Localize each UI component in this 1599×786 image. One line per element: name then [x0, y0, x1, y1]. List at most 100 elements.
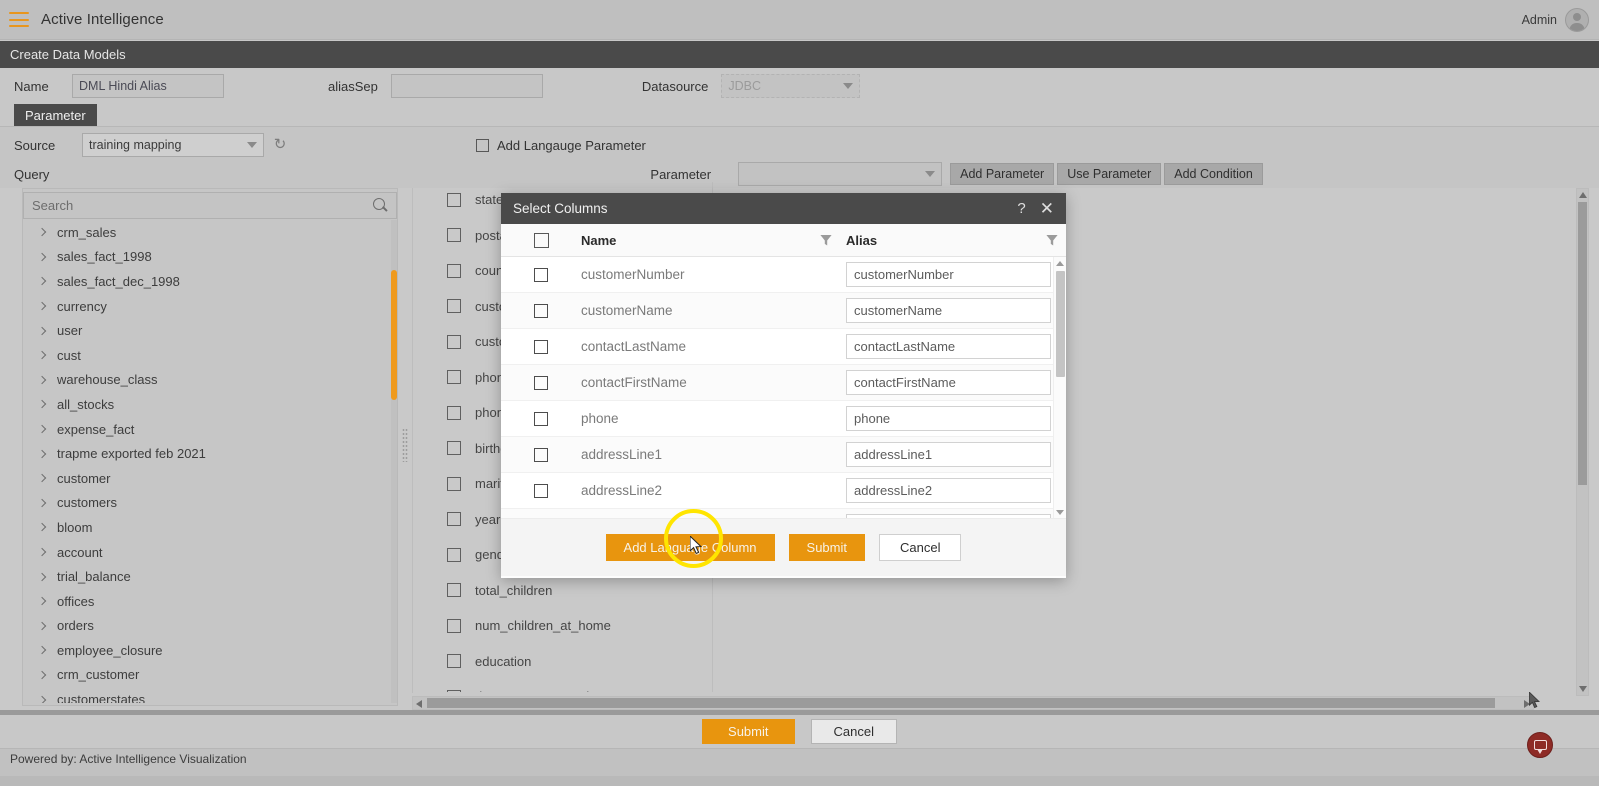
chevron-right-icon[interactable]: [37, 351, 47, 360]
aliassep-field[interactable]: [390, 74, 543, 98]
chat-bubble-icon[interactable]: [1527, 732, 1553, 758]
chevron-right-icon[interactable]: [37, 621, 47, 631]
chevron-right-icon[interactable]: [37, 277, 47, 286]
chevron-right-icon[interactable]: [37, 228, 47, 237]
parameter-select[interactable]: [738, 162, 943, 186]
checkbox-box[interactable]: [534, 303, 548, 318]
tree-item[interactable]: orders: [23, 614, 397, 639]
scroll-right-arrow-icon[interactable]: [1524, 700, 1530, 708]
main-vertical-scrollbar-thumb[interactable]: [1578, 202, 1587, 485]
splitter-grip[interactable]: [402, 428, 408, 462]
checkbox-box[interactable]: [534, 375, 548, 390]
column-list-item[interactable]: date_accnt_opened: [435, 679, 712, 692]
alias-input[interactable]: [846, 514, 1051, 518]
tree-item[interactable]: warehouse_class: [23, 368, 397, 393]
chevron-right-icon[interactable]: [37, 326, 47, 335]
row-checkbox[interactable]: [501, 483, 581, 498]
chevron-right-icon[interactable]: [37, 498, 47, 508]
checkbox-box[interactable]: [533, 232, 549, 248]
tree-item[interactable]: customer: [23, 466, 397, 491]
tree-item[interactable]: currency: [23, 294, 397, 319]
dialog-scrollbar[interactable]: [1053, 257, 1066, 518]
checkbox-box[interactable]: [447, 618, 461, 633]
chevron-right-icon[interactable]: [37, 670, 47, 680]
table-row[interactable]: contactLastName: [501, 329, 1066, 365]
tree-item[interactable]: user: [23, 318, 397, 343]
search-icon[interactable]: [373, 198, 388, 213]
table-row[interactable]: contactFirstName: [501, 365, 1066, 401]
checkbox-box[interactable]: [534, 339, 548, 354]
tree-item[interactable]: customers: [23, 491, 397, 516]
name-field[interactable]: DML Hindi Alias: [72, 74, 224, 98]
checkbox-box[interactable]: [447, 654, 461, 669]
add-parameter-button[interactable]: Add Parameter: [950, 163, 1055, 185]
tree-item[interactable]: bloom: [23, 515, 397, 540]
row-checkbox[interactable]: [501, 267, 581, 282]
checkbox-box[interactable]: [447, 299, 461, 314]
chevron-right-icon[interactable]: [37, 301, 47, 311]
chevron-right-icon[interactable]: [37, 523, 47, 532]
cancel-button[interactable]: Cancel: [810, 719, 897, 744]
checkbox-box[interactable]: [534, 447, 548, 462]
tree-item[interactable]: account: [23, 540, 397, 565]
tree-item[interactable]: offices: [23, 589, 397, 614]
scroll-up-arrow-icon[interactable]: [1056, 261, 1064, 266]
chevron-right-icon[interactable]: [37, 646, 47, 655]
panel-splitter[interactable]: [400, 188, 410, 706]
use-parameter-button[interactable]: Use Parameter: [1057, 163, 1162, 185]
main-horizontal-scrollbar[interactable]: [412, 696, 1534, 710]
checkbox-box[interactable]: [447, 476, 461, 491]
checkbox-box[interactable]: [534, 483, 548, 498]
alias-input[interactable]: [846, 370, 1051, 395]
add-language-parameter-checkbox[interactable]: Add Langauge Parameter: [476, 138, 646, 153]
tree-item[interactable]: sales_fact_1998: [23, 245, 397, 270]
chevron-right-icon[interactable]: [37, 572, 47, 581]
checkbox-box[interactable]: [476, 138, 489, 152]
tab-parameter[interactable]: Parameter: [14, 104, 97, 126]
tree-item[interactable]: trapme exported feb 2021: [23, 441, 397, 466]
source-select[interactable]: training mapping: [82, 133, 264, 157]
tree-item[interactable]: employee_closure: [23, 638, 397, 663]
refresh-icon[interactable]: ↻: [272, 137, 288, 153]
table-row[interactable]: customerNumber: [501, 257, 1066, 293]
user-avatar-icon[interactable]: [1565, 7, 1589, 32]
checkbox-box[interactable]: [447, 689, 461, 692]
checkbox-box[interactable]: [447, 512, 461, 527]
row-checkbox[interactable]: [501, 447, 581, 462]
tree-item[interactable]: all_stocks: [23, 392, 397, 417]
source-tree-list[interactable]: crm_sales sales_fact_1998 sales_fact_dec_1…: [23, 220, 397, 703]
table-row[interactable]: city: [501, 509, 1066, 518]
column-list-item[interactable]: education: [435, 644, 712, 680]
row-checkbox[interactable]: [501, 411, 581, 426]
main-horizontal-scrollbar-thumb[interactable]: [427, 698, 1495, 708]
main-vertical-scrollbar[interactable]: [1576, 188, 1589, 696]
checkbox-box[interactable]: [447, 441, 461, 456]
dialog-submit-button[interactable]: Submit: [788, 534, 865, 561]
filter-funnel-icon[interactable]: [820, 234, 832, 246]
datasource-select[interactable]: JDBC: [721, 74, 861, 98]
chevron-right-icon[interactable]: [37, 424, 47, 434]
table-row[interactable]: addressLine2: [501, 473, 1066, 509]
checkbox-box[interactable]: [447, 334, 461, 349]
chevron-right-icon[interactable]: [37, 375, 47, 385]
alias-input[interactable]: [846, 262, 1051, 287]
tree-item[interactable]: trial_balance: [23, 564, 397, 589]
select-all-checkbox[interactable]: [501, 232, 581, 248]
tree-item[interactable]: sales_fact_dec_1998: [23, 269, 397, 294]
add-language-column-button[interactable]: Add Language Column: [605, 534, 775, 561]
dialog-cancel-button[interactable]: Cancel: [879, 534, 962, 561]
dialog-scrollbar-thumb[interactable]: [1055, 271, 1065, 377]
scroll-up-arrow-icon[interactable]: [1579, 192, 1587, 198]
checkbox-box[interactable]: [447, 370, 461, 385]
add-condition-button[interactable]: Add Condition: [1164, 163, 1263, 185]
help-icon[interactable]: ?: [1017, 201, 1025, 216]
checkbox-box[interactable]: [447, 547, 461, 562]
scroll-down-arrow-icon[interactable]: [1579, 686, 1587, 692]
chevron-right-icon[interactable]: [37, 252, 47, 262]
checkbox-box[interactable]: [447, 583, 461, 598]
table-row[interactable]: addressLine1: [501, 437, 1066, 473]
tree-item[interactable]: expense_fact: [23, 417, 397, 442]
scroll-down-arrow-icon[interactable]: [1056, 510, 1064, 515]
search-input[interactable]: Search: [23, 192, 397, 219]
checkbox-box[interactable]: [447, 405, 461, 420]
